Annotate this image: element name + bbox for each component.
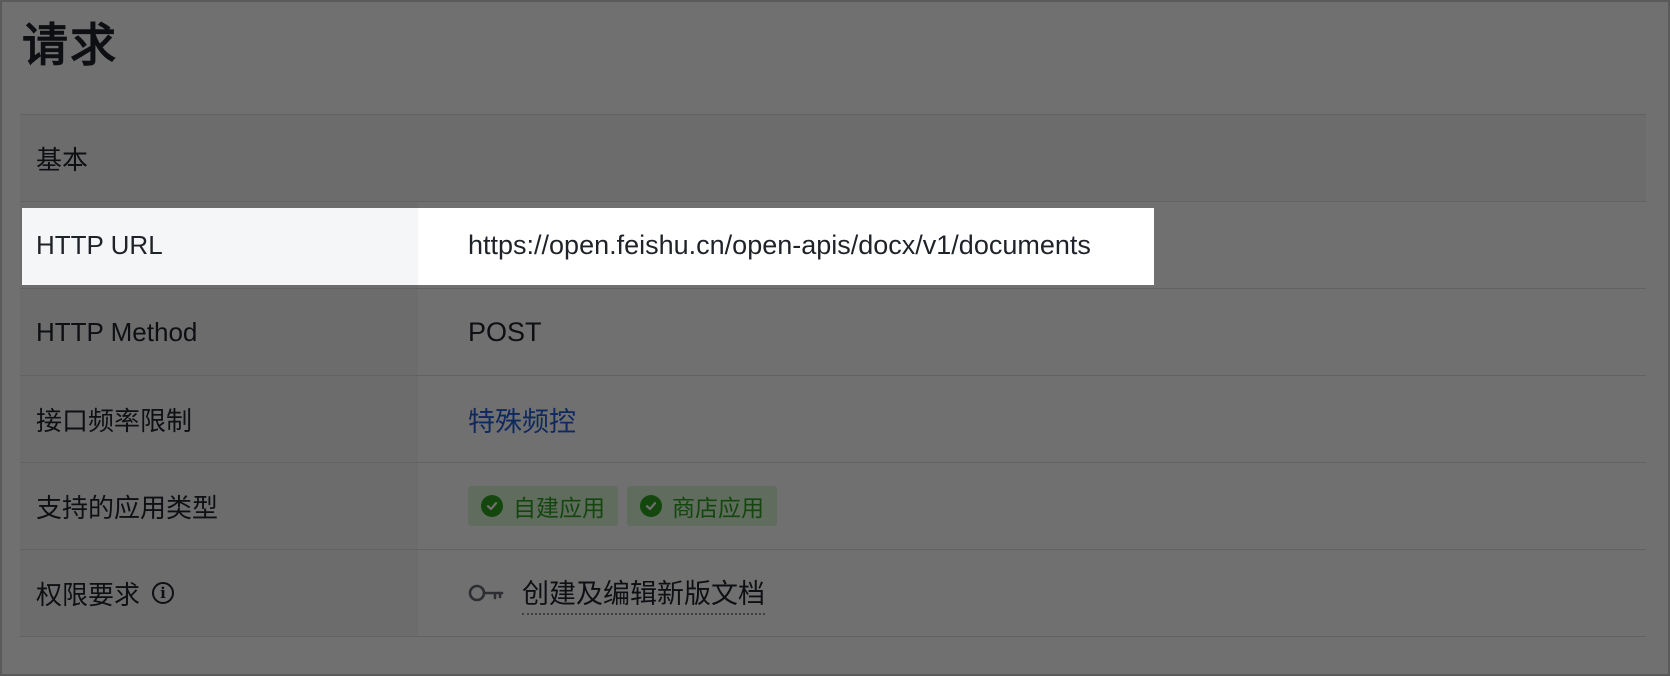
- table-row-permission: 权限要求 i 创建及编辑新版文档: [20, 550, 1646, 637]
- rate-limit-link[interactable]: 特殊频控: [468, 400, 576, 439]
- table-row-http-method: HTTP Method POST: [20, 289, 1646, 376]
- check-circle-icon: [481, 495, 503, 517]
- app-types-label: 支持的应用类型: [20, 463, 418, 549]
- request-basic-table: 基本 HTTP URL https://open.feishu.cn/open-…: [20, 114, 1646, 637]
- info-icon[interactable]: i: [152, 582, 175, 604]
- permission-label: 权限要求: [36, 579, 141, 610]
- key-icon: [468, 583, 504, 603]
- table-header-row: 基本: [20, 115, 1646, 202]
- table-row-app-types: 支持的应用类型 自建应用 商店应用: [20, 463, 1646, 550]
- request-section: 请求 基本 HTTP URL https://open.feishu.cn/op…: [0, 0, 1670, 676]
- permission-scope-link[interactable]: 创建及编辑新版文档: [522, 572, 765, 615]
- http-method-label: HTTP Method: [20, 289, 418, 375]
- permission-cell: 创建及编辑新版文档: [418, 550, 1646, 636]
- tag-store-app: 商店应用: [627, 486, 777, 526]
- check-circle-icon: [640, 495, 662, 517]
- http-method-value: POST: [468, 316, 542, 347]
- permission-label-cell: 权限要求 i: [20, 550, 418, 636]
- section-title: 请求: [22, 19, 118, 71]
- tag-label: 自建应用: [513, 495, 605, 521]
- tag-label: 商店应用: [672, 495, 764, 521]
- table-row-rate-limit: 接口频率限制 特殊频控: [20, 376, 1646, 463]
- http-url-value: https://open.feishu.cn/open-apis/docx/v1…: [468, 229, 1091, 260]
- app-types-cell: 自建应用 商店应用: [418, 463, 1646, 549]
- table-header-label: 基本: [20, 115, 1646, 201]
- rate-limit-label: 接口频率限制: [20, 376, 418, 462]
- http-url-label: HTTP URL: [20, 202, 418, 288]
- table-row-http-url: HTTP URL https://open.feishu.cn/open-api…: [20, 202, 1646, 289]
- rate-limit-cell: 特殊频控: [418, 376, 1646, 462]
- tag-self-built-app: 自建应用: [468, 486, 618, 526]
